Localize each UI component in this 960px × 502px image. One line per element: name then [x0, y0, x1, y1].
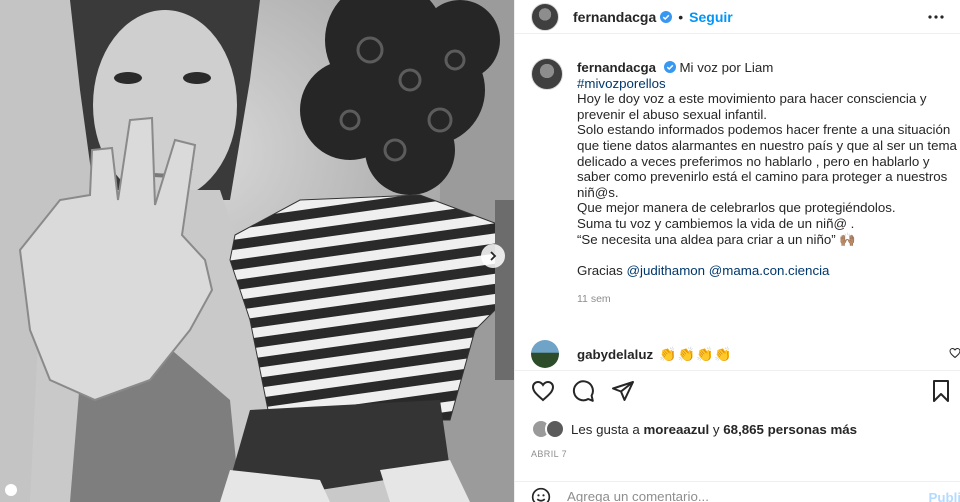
caption-thanks-line: Gracias @judithamon @mama.con.ciencia — [577, 263, 953, 279]
carousel-indicator — [5, 484, 17, 496]
author-username[interactable]: fernandacga — [573, 9, 656, 25]
caption-text: fernandacga Mi voz por Liam #mivozporell… — [577, 48, 957, 308]
more-options-icon[interactable] — [927, 8, 945, 26]
post-header: fernandacga • Seguir — [515, 0, 960, 34]
caption-line: “Se necesita una aldea para criar a un n… — [577, 231, 856, 247]
caption-line: que tiene datos alarmantes en nuestro pa… — [577, 137, 957, 153]
likes-summary: Les gusta a moreaazul y 68,865 personas … — [531, 419, 857, 439]
commenter-avatar[interactable] — [531, 340, 559, 368]
paper-plane-icon[interactable] — [611, 379, 635, 403]
dot-separator: • — [678, 8, 684, 25]
action-icons-row — [531, 379, 635, 403]
likes-middle: y — [709, 421, 724, 437]
likes-text: Les gusta a moreaazul y 68,865 personas … — [571, 422, 857, 437]
likes-count[interactable]: 68,865 personas más — [723, 422, 857, 437]
likes-prefix: Les gusta a — [571, 421, 644, 437]
comment-input[interactable] — [567, 489, 897, 502]
liker-avatar[interactable] — [545, 419, 565, 439]
caption-line: Hoy le doy voz a este movimiento para ha… — [577, 91, 927, 107]
post-date[interactable]: ABRIL 7 — [531, 449, 567, 459]
comment-bubble-icon[interactable] — [571, 379, 595, 403]
follow-button[interactable]: Seguir — [689, 9, 733, 25]
verified-badge-icon — [660, 10, 673, 23]
post-actions: Les gusta a moreaazul y 68,865 personas … — [515, 370, 960, 502]
heart-icon[interactable] — [531, 379, 555, 403]
caption-author-username[interactable]: fernandacga — [577, 60, 656, 75]
caption-heading: fernandacga Mi voz por Liam — [577, 60, 953, 76]
caption-line: niñ@s. — [577, 184, 619, 200]
comments-section: fernandacga Mi voz por Liam #mivozporell… — [515, 48, 960, 370]
comment-item: gabydelaluz 👏👏👏👏 — [531, 340, 960, 368]
verified-badge-icon — [663, 61, 676, 73]
caption-line: Suma tu voz y cambiemos la vida de un ni… — [577, 215, 855, 231]
comment-text: 👏👏👏👏 — [659, 345, 733, 362]
chevron-right-icon — [488, 251, 498, 261]
publish-button[interactable]: Publicar — [929, 490, 960, 502]
post-photo[interactable] — [0, 0, 514, 502]
caption-title: Mi voz por Liam — [679, 60, 774, 75]
caption-line: delicado a veces preferimos no hablarlo … — [577, 153, 930, 169]
black-white-photo — [0, 0, 514, 502]
caption-author-avatar[interactable] — [531, 58, 563, 90]
comment-like-icon[interactable] — [949, 346, 960, 359]
caption-line: Que mejor manera de celebrarlos que prot… — [577, 200, 896, 216]
carousel-next-button[interactable] — [481, 244, 505, 268]
commenter-username[interactable]: gabydelaluz — [577, 347, 653, 362]
caption-line: prevenir el abuso sexual infantil. — [577, 106, 767, 122]
hashtag-link[interactable]: #mivozporellos — [577, 76, 953, 92]
caption-line: saber como prevenirlo está el camino par… — [577, 169, 948, 185]
smiley-icon[interactable] — [531, 487, 551, 502]
author-avatar[interactable] — [531, 2, 559, 31]
bookmark-icon[interactable] — [929, 379, 953, 403]
post-caption: fernandacga Mi voz por Liam #mivozporell… — [515, 48, 960, 308]
post-details-panel: fernandacga • Seguir fernandacga Mi voz … — [514, 0, 960, 502]
caption-line: Solo estando informados podemos hacer fr… — [577, 122, 951, 138]
mention-link[interactable]: @judithamon — [627, 263, 706, 278]
post-time-ago[interactable]: 11 sem — [577, 292, 953, 308]
liker-username[interactable]: moreaazul — [643, 422, 709, 437]
add-comment-bar: Publicar — [515, 481, 960, 502]
mention-link[interactable]: @mama.con.ciencia — [709, 263, 830, 278]
thanks-text: Gracias — [577, 262, 627, 278]
